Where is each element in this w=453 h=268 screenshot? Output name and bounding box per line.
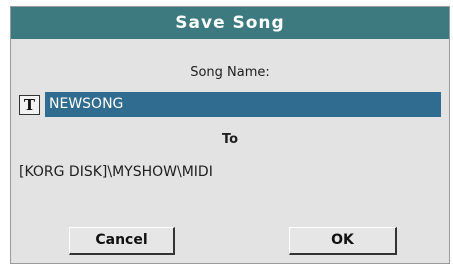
dialog-title: Save Song [11,7,449,39]
ok-button[interactable]: OK [289,227,397,255]
destination-path: [KORG DISK]\MYSHOW\MIDI [19,164,213,180]
song-name-field[interactable]: NEWSONG [45,92,441,117]
to-label: To [221,132,239,147]
text-edit-button[interactable]: T [19,95,40,115]
song-name-label: Song Name: [190,65,270,80]
save-song-dialog: Save Song Song Name: T NEWSONG To [KORG … [10,6,450,264]
cancel-button[interactable]: Cancel [69,227,175,255]
